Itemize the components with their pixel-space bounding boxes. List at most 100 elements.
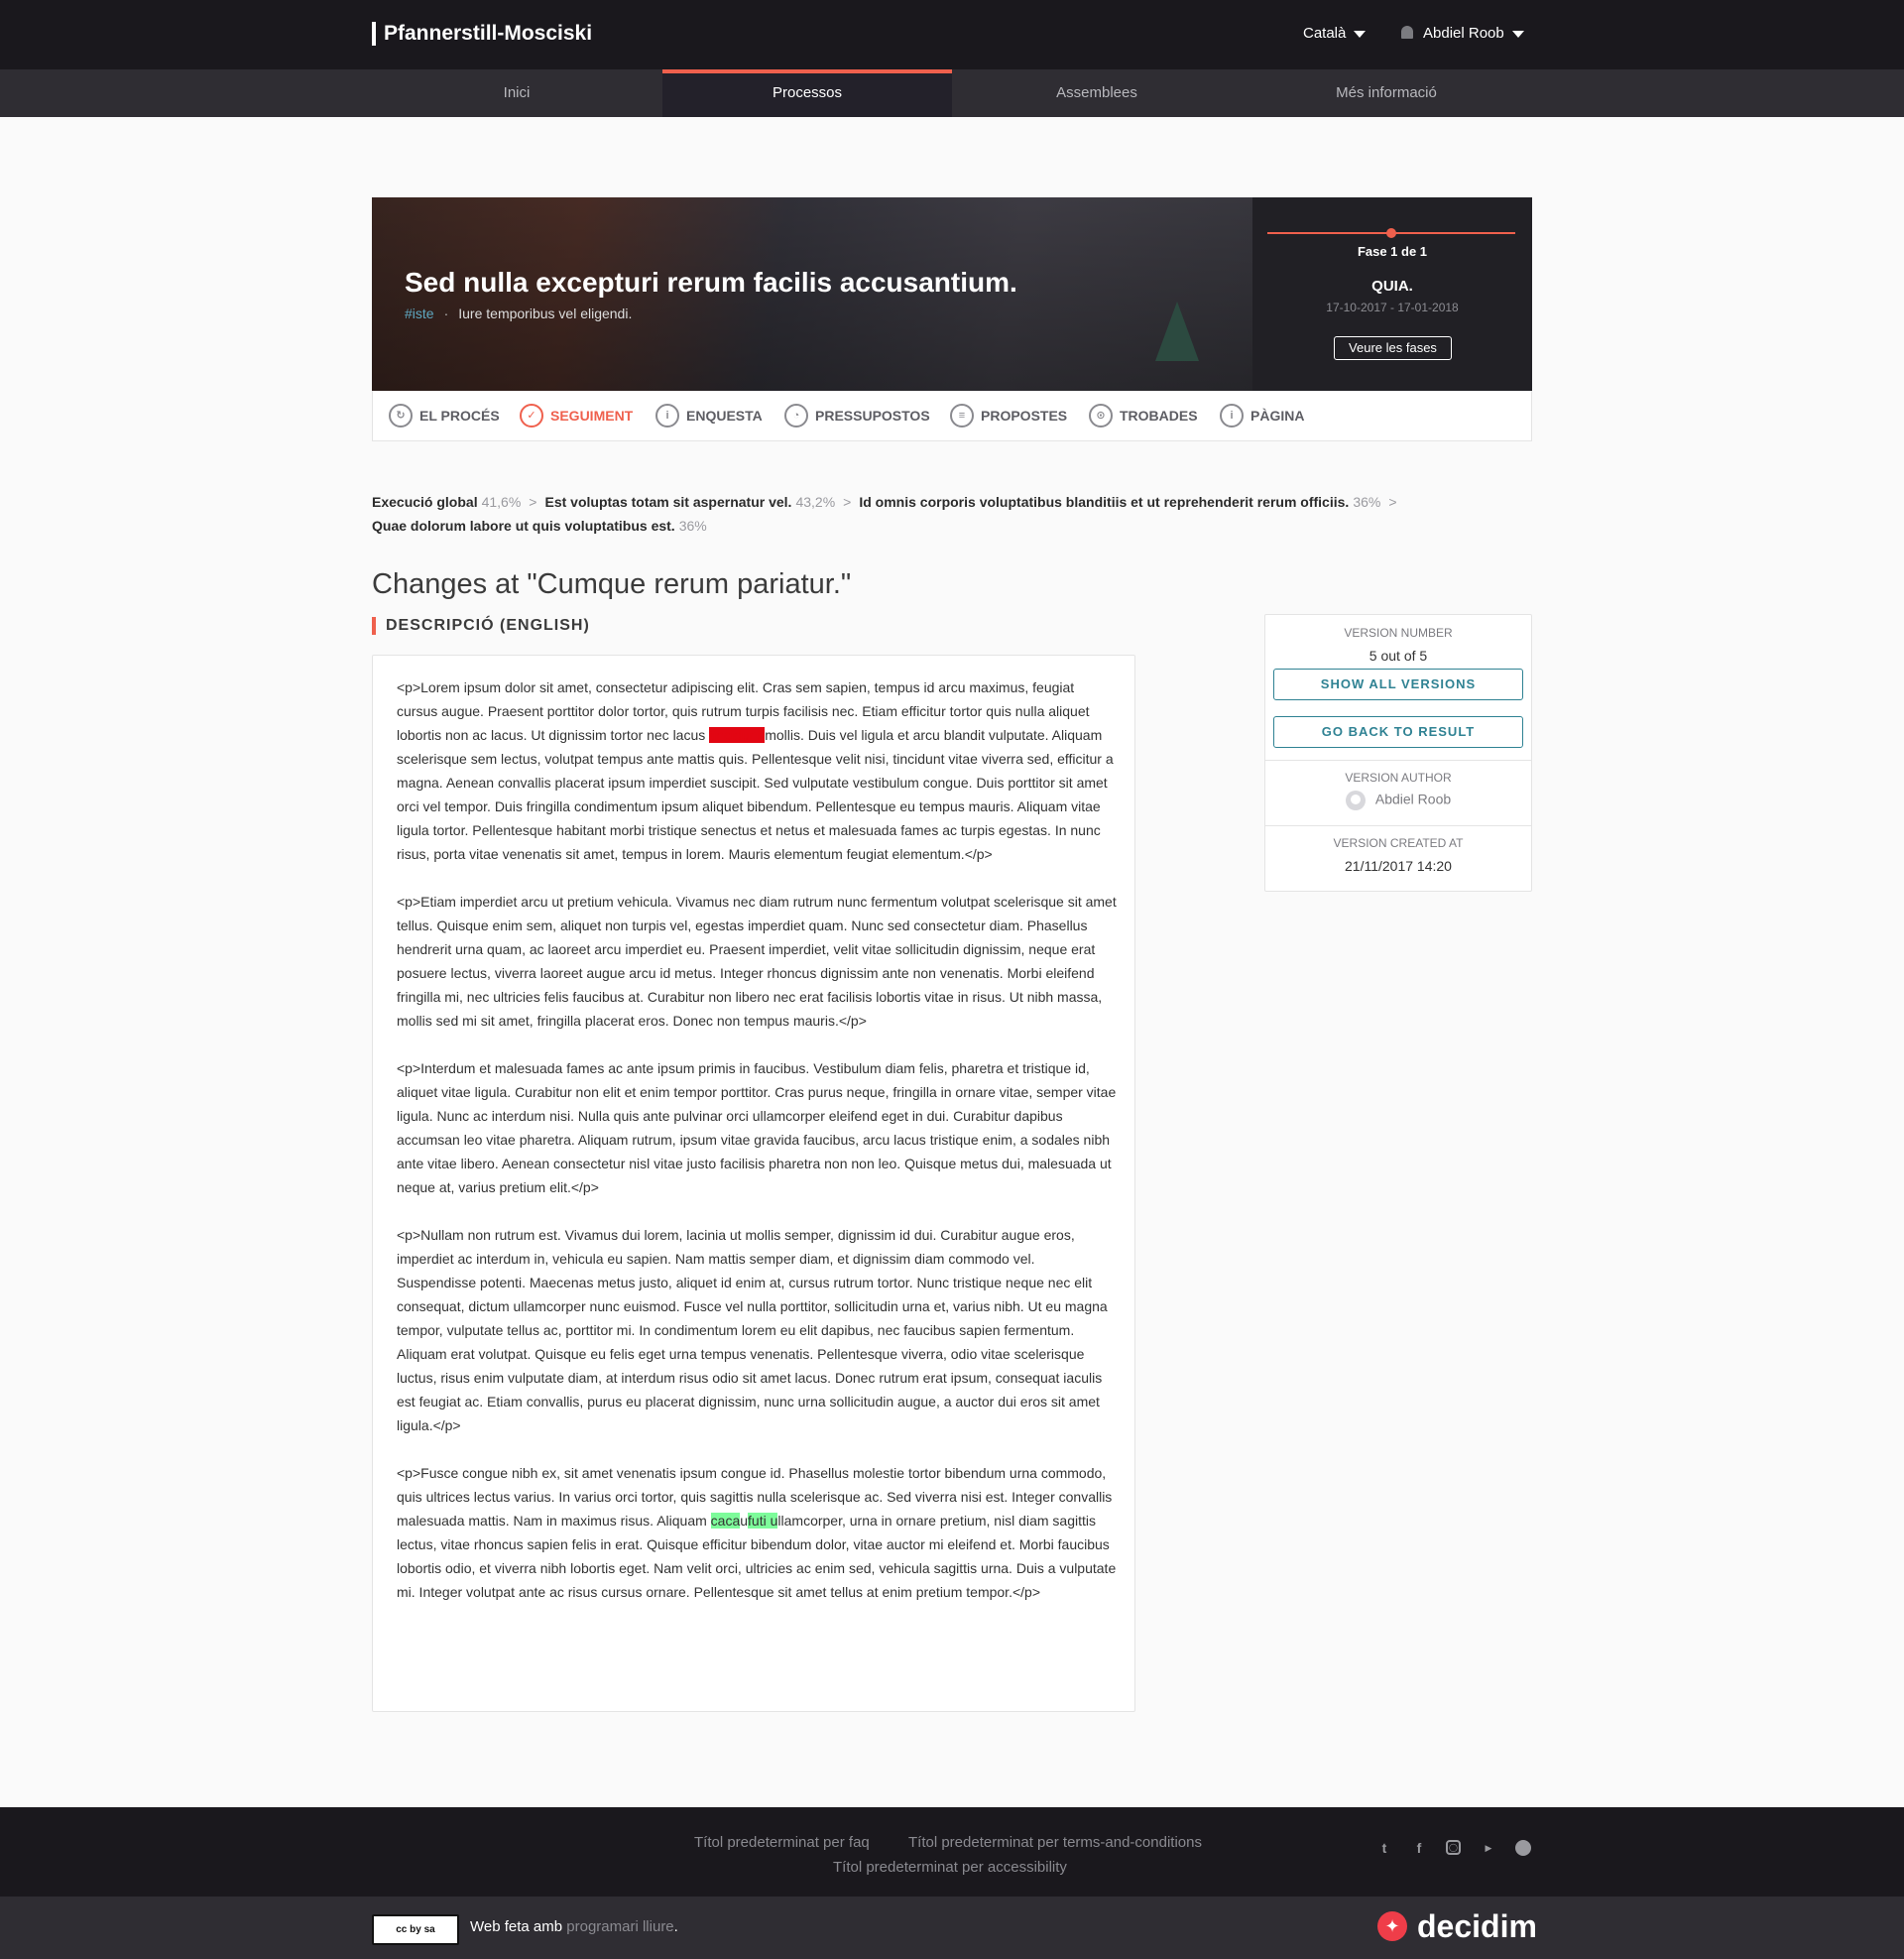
made-with-end: . bbox=[673, 1918, 678, 1935]
version-number-label: VERSION NUMBER bbox=[1344, 626, 1453, 640]
nav-item-more-info[interactable]: Més informació bbox=[1242, 69, 1531, 117]
info-icon: i bbox=[655, 404, 679, 428]
breadcrumb-separator: > bbox=[843, 494, 852, 510]
user-name: Abdiel Roob bbox=[1423, 25, 1504, 42]
version-author-label: VERSION AUTHOR bbox=[1345, 771, 1452, 785]
phase-count: Fase 1 de 1 bbox=[1357, 244, 1428, 259]
process-tab-label: ENQUESTA bbox=[686, 408, 763, 424]
diff-text: u bbox=[740, 1513, 749, 1529]
process-tab-budgets[interactable]: ◔ PRESSUPOSTOS bbox=[784, 404, 930, 428]
show-all-versions-button[interactable]: SHOW ALL VERSIONS bbox=[1273, 669, 1523, 700]
decidim-wordmark: decidim bbox=[1417, 1908, 1537, 1944]
view-phases-button[interactable]: Veure les fases bbox=[1334, 336, 1452, 360]
process-subtitle-row: #iste · Iure temporibus vel eligendi. bbox=[405, 306, 632, 321]
creative-commons-badge[interactable]: cc by sa bbox=[372, 1914, 459, 1945]
diff-card: <p>Lorem ipsum dolor sit amet, consectet… bbox=[372, 655, 1135, 1712]
decidim-logo[interactable]: decidim bbox=[1377, 1908, 1537, 1945]
process-tab-meetings[interactable]: ⊙ TROBADES bbox=[1089, 404, 1198, 428]
section-label: DESCRIPCIÓ (ENGLISH) bbox=[372, 617, 590, 635]
process-tab-label: PÀGINA bbox=[1250, 408, 1305, 424]
diff-text: mollis. Duis vel ligula et arcu blandit … bbox=[397, 727, 1114, 862]
phase-panel: Fase 1 de 1 QUIA. 17-10-2017 - 17-01-201… bbox=[1252, 197, 1532, 391]
breadcrumb-item[interactable]: Execució global bbox=[372, 494, 478, 510]
budget-icon: ◔ bbox=[784, 404, 808, 428]
diff-paragraph: <p>Nullam non rutrum est. Vivamus dui lo… bbox=[397, 1227, 1108, 1433]
instagram-icon[interactable]: ◯ bbox=[1446, 1840, 1461, 1855]
main-navigation: Inici Processos Assemblees Més informaci… bbox=[0, 69, 1904, 117]
breadcrumb-separator: > bbox=[1388, 494, 1397, 510]
process-tab-process[interactable]: ↻ EL PROCÉS bbox=[389, 404, 500, 428]
sub-footer: cc by sa Web feta amb programari lliure.… bbox=[0, 1897, 1904, 1959]
breadcrumb-item[interactable]: Est voluptas totam sit aspernatur vel. bbox=[544, 494, 791, 510]
free-software-link[interactable]: programari lliure bbox=[566, 1918, 673, 1935]
phase-dates: 17-10-2017 - 17-01-2018 bbox=[1326, 301, 1459, 314]
back-to-result-button[interactable]: GO BACK TO RESULT bbox=[1273, 716, 1523, 748]
version-created-value: 21/11/2017 14:20 bbox=[1345, 858, 1452, 874]
version-author[interactable]: Abdiel Roob bbox=[1265, 791, 1531, 810]
process-subtitle: Iure temporibus vel eligendi. bbox=[458, 306, 633, 321]
process-tab-label: PROPOSTES bbox=[981, 408, 1068, 424]
bell-icon[interactable] bbox=[1401, 26, 1413, 39]
phase-name: QUIA. bbox=[1371, 278, 1413, 295]
twitter-icon[interactable]: t bbox=[1376, 1840, 1392, 1856]
divider bbox=[1265, 825, 1531, 826]
footer-link-accessibility[interactable]: Títol predeterminat per accessibility bbox=[833, 1859, 1067, 1876]
author-name: Abdiel Roob bbox=[1374, 791, 1452, 807]
divider bbox=[1265, 760, 1531, 761]
github-icon[interactable] bbox=[1515, 1840, 1531, 1856]
process-tab-label: PRESSUPOSTOS bbox=[815, 408, 930, 424]
footer-link-faq[interactable]: Títol predeterminat per faq bbox=[694, 1834, 870, 1851]
process-tab-proposals[interactable]: ≡ PROPOSTES bbox=[950, 404, 1067, 428]
diff-insertion: futi u bbox=[748, 1513, 778, 1529]
diff-paragraph: <p>Fusce congue nibh ex, sit amet venena… bbox=[397, 1461, 1118, 1604]
made-with-text: Web feta amb programari lliure. bbox=[470, 1918, 678, 1935]
chevron-down-icon bbox=[1354, 30, 1367, 38]
page-title: Changes at "Cumque rerum pariatur." bbox=[372, 568, 852, 600]
language-chooser[interactable]: Català bbox=[1303, 25, 1367, 42]
avatar bbox=[1345, 791, 1366, 810]
made-with-label: Web feta amb bbox=[470, 1918, 563, 1935]
diff-paragraph: <p>Lorem ipsum dolor sit amet, consectet… bbox=[397, 675, 1118, 866]
version-created-label: VERSION CREATED AT bbox=[1333, 836, 1464, 850]
footer: Títol predeterminat per faq Títol predet… bbox=[0, 1807, 1904, 1897]
process-tab-accountability[interactable]: ✓ SEGUIMENT bbox=[520, 404, 633, 428]
nav-item-home[interactable]: Inici bbox=[372, 69, 661, 117]
process-title: Sed nulla excepturi rerum facilis accusa… bbox=[405, 267, 1017, 298]
top-bar: Pfannerstill-Mosciski Català Abdiel Roob bbox=[0, 0, 1904, 69]
version-number-value: 5 out of 5 bbox=[1368, 648, 1428, 664]
process-tab-label: TROBADES bbox=[1120, 408, 1198, 424]
breadcrumb-separator: > bbox=[529, 494, 537, 510]
version-panel: VERSION NUMBER 5 out of 5 SHOW ALL VERSI… bbox=[1264, 614, 1532, 892]
process-navigation: ↻ EL PROCÉS ✓ SEGUIMENT i ENQUESTA ◔ PRESSUP… bbox=[372, 391, 1532, 441]
diff-paragraph: <p>Etiam imperdiet arcu ut pretium vehic… bbox=[397, 894, 1117, 1029]
process-hero: Sed nulla excepturi rerum facilis accusa… bbox=[372, 197, 1532, 391]
process-tab-label: EL PROCÉS bbox=[419, 408, 500, 424]
diff-insertion: caca bbox=[710, 1513, 741, 1529]
progress-breadcrumb: Execució global 41,6% > Est voluptas totam … bbox=[372, 490, 1463, 538]
user-menu[interactable]: Abdiel Roob bbox=[1401, 25, 1524, 42]
process-icon: ↻ bbox=[389, 404, 413, 428]
facebook-icon[interactable]: f bbox=[1411, 1840, 1427, 1856]
breadcrumb-item[interactable]: Quae dolorum labore ut quis voluptatibus… bbox=[372, 518, 675, 534]
process-tab-survey[interactable]: i ENQUESTA bbox=[655, 404, 763, 428]
process-tab-page[interactable]: i PÀGINA bbox=[1220, 404, 1304, 428]
diff-deletion: tincidunt bbox=[709, 727, 766, 743]
process-hashtag[interactable]: #iste bbox=[405, 306, 434, 321]
hero-background-tower bbox=[1155, 302, 1199, 361]
diff-paragraph: <p>Interdum et malesuada fames ac ante i… bbox=[397, 1060, 1117, 1195]
organization-logo[interactable]: Pfannerstill-Mosciski bbox=[372, 22, 592, 46]
breadcrumb-item[interactable]: Id omnis corporis voluptatibus blanditii… bbox=[859, 494, 1349, 510]
youtube-icon[interactable]: ▶ bbox=[1481, 1840, 1496, 1856]
nav-item-assemblies[interactable]: Assemblees bbox=[952, 69, 1242, 117]
decidim-mark-icon bbox=[1377, 1911, 1407, 1941]
process-tab-label: SEGUIMENT bbox=[550, 408, 634, 424]
footer-link-terms[interactable]: Títol predeterminat per terms-and-condit… bbox=[908, 1834, 1202, 1851]
language-label: Català bbox=[1303, 25, 1347, 42]
breadcrumb-percent: 36% bbox=[1353, 494, 1381, 510]
breadcrumb-percent: 36% bbox=[678, 518, 707, 534]
info-icon: i bbox=[1220, 404, 1244, 428]
breadcrumb-percent: 41,6% bbox=[481, 494, 522, 510]
nav-item-processes[interactable]: Processos bbox=[662, 69, 952, 117]
check-icon: ✓ bbox=[520, 404, 543, 428]
phase-progress-dot bbox=[1386, 228, 1396, 238]
